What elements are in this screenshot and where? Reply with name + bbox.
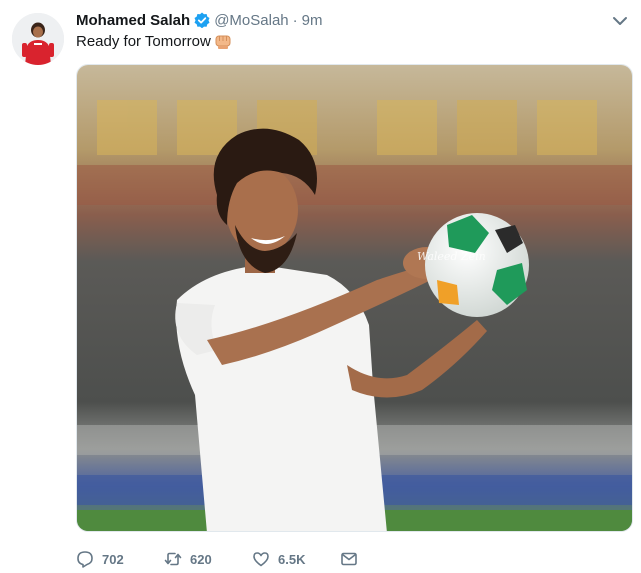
avatar-image (12, 13, 64, 65)
tweet-card[interactable]: Mohamed Salah @MoSalah · 9m Ready for To… (0, 0, 641, 573)
author-handle[interactable]: @MoSalah (214, 12, 288, 29)
reply-icon (77, 551, 93, 568)
retweet-button[interactable]: 620 (164, 550, 252, 568)
retweet-count: 620 (190, 551, 212, 567)
retweet-icon (164, 552, 182, 566)
like-button[interactable]: 6.5K (252, 550, 340, 568)
tweet-text-content: Ready for Tomorrow (76, 33, 211, 50)
heart-icon (253, 552, 269, 567)
tweet-media-photo[interactable]: Waleed Zein (76, 64, 633, 532)
reply-count: 702 (102, 551, 124, 567)
like-count: 6.5K (278, 551, 306, 567)
avatar[interactable] (12, 13, 64, 65)
direct-message-button[interactable] (340, 550, 366, 568)
photo-watermark: Waleed Zein (417, 250, 486, 263)
tweet-header: Mohamed Salah @MoSalah · 9m (76, 10, 322, 30)
reply-button[interactable]: 702 (76, 550, 164, 568)
tweet-text: Ready for Tomorrow (76, 33, 232, 50)
verified-badge-icon (194, 12, 210, 29)
envelope-icon (341, 552, 357, 566)
timestamp[interactable]: 9m (302, 12, 323, 29)
fist-icon (214, 34, 232, 50)
tweet-actions: 702 620 6.5K (76, 548, 366, 570)
chevron-down-icon[interactable] (611, 12, 629, 30)
author-name[interactable]: Mohamed Salah (76, 12, 190, 29)
separator-dot: · (292, 11, 298, 29)
